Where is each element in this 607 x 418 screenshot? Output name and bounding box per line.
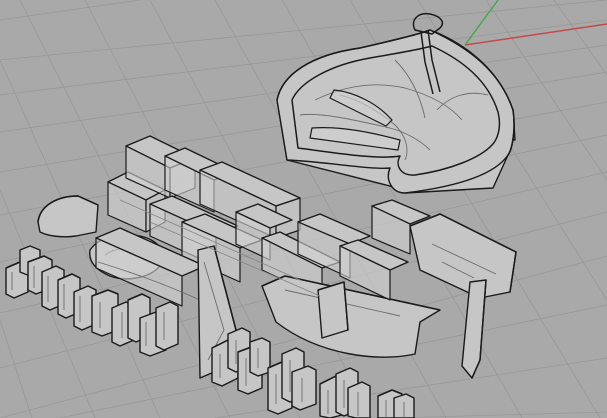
x-axis-line bbox=[464, 23, 607, 46]
rhino-perspective-viewport[interactable] bbox=[0, 0, 607, 418]
seal-block-5[interactable] bbox=[319, 367, 371, 418]
y-axis-line bbox=[464, 0, 499, 46]
seal-block-4[interactable] bbox=[267, 347, 317, 415]
seal-block-6[interactable] bbox=[377, 389, 415, 418]
seal-block-1[interactable] bbox=[5, 245, 97, 331]
seal-block-2[interactable] bbox=[91, 289, 179, 357]
leaf-mold-shape[interactable] bbox=[276, 12, 516, 194]
